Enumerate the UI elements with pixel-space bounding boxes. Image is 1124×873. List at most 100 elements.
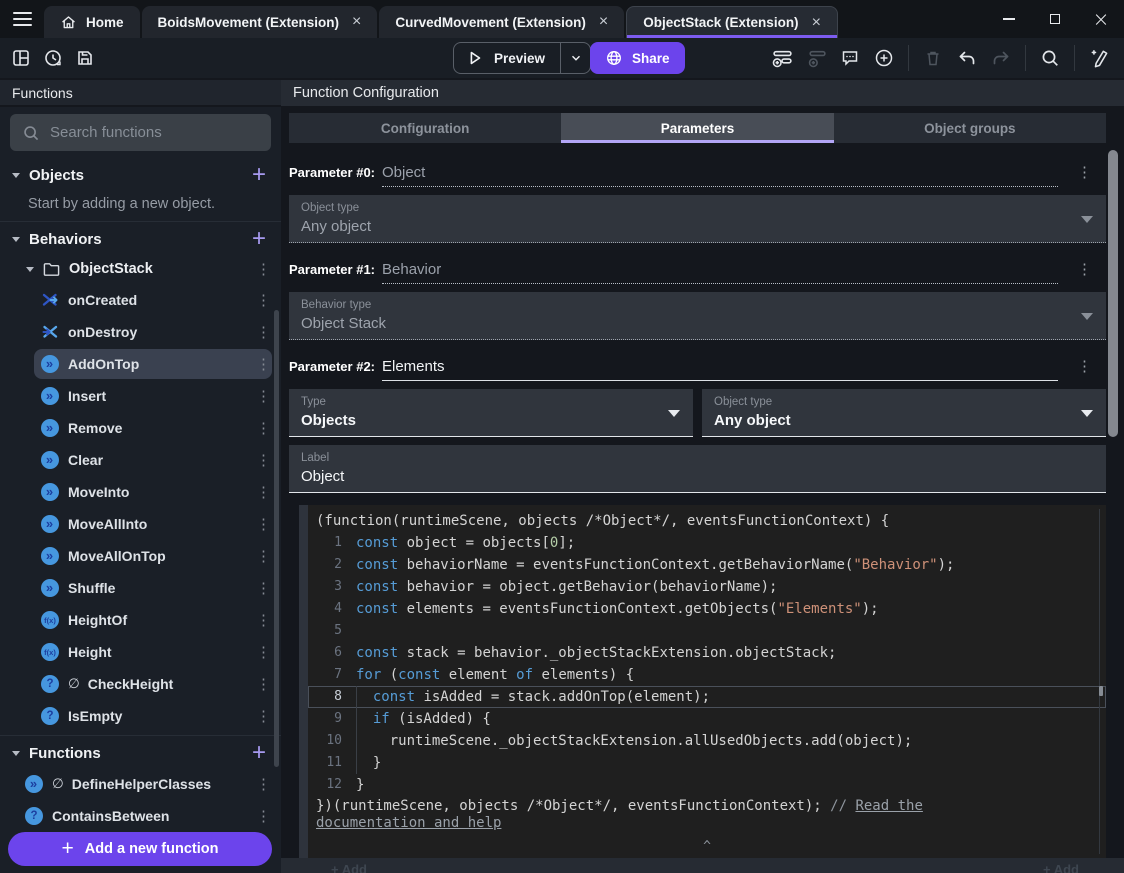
add-object-button[interactable]: +	[252, 163, 269, 187]
close-tab-icon[interactable]: ×	[812, 14, 821, 31]
object-type-select[interactable]: Object type Any object	[702, 389, 1106, 437]
main-menu-button[interactable]	[0, 0, 44, 38]
code-line-12[interactable]: 12}	[308, 774, 1106, 796]
ai-edit-button[interactable]	[1084, 43, 1114, 73]
function-item-shuffle[interactable]: » Shuffle ⋮	[0, 572, 281, 604]
function-item-definehelperclasses[interactable]: » ∅ DefineHelperClasses ⋮	[0, 768, 281, 800]
parameter-menu-button[interactable]: ⋮	[1077, 262, 1092, 277]
close-tab-icon[interactable]: ×	[599, 14, 608, 30]
tab-curvedmovement-extension[interactable]: CurvedMovement (Extension) ×	[379, 6, 625, 38]
add-button-partial[interactable]: + Add	[1043, 862, 1079, 873]
parameter-menu-button[interactable]: ⋮	[1077, 165, 1092, 180]
tab-parameters[interactable]: Parameters	[561, 113, 834, 143]
behavior-type-select[interactable]: Behavior type Object Stack	[289, 292, 1106, 340]
item-menu-button[interactable]: ⋮	[256, 613, 271, 628]
item-menu-button[interactable]: ⋮	[256, 581, 271, 596]
tab-boidsmovement-extension[interactable]: BoidsMovement (Extension) ×	[141, 6, 378, 38]
code-line-1[interactable]: 1 const object = objects[0];	[308, 532, 1106, 554]
code-line-2[interactable]: 2 const behaviorName = eventsFunctionCont…	[308, 554, 1106, 576]
function-item-height[interactable]: f(x) Height ⋮	[0, 636, 281, 668]
tab-configuration[interactable]: Configuration	[289, 113, 561, 143]
function-item-clear[interactable]: » Clear ⋮	[0, 444, 281, 476]
add-button-partial[interactable]: + Add	[331, 862, 367, 873]
tab-object-groups[interactable]: Object groups	[834, 113, 1106, 143]
undo-button[interactable]	[952, 43, 982, 73]
open-panels-button[interactable]	[6, 43, 36, 73]
add-free-function-button[interactable]: +	[252, 741, 269, 765]
function-item-heightof[interactable]: f(x) HeightOf ⋮	[0, 604, 281, 636]
function-item-isempty[interactable]: ? IsEmpty ⋮	[0, 700, 281, 732]
code-line-10[interactable]: 10 runtimeScene._objectStackExtension.al…	[308, 730, 1106, 752]
redo-button[interactable]	[986, 43, 1016, 73]
parameters-scrollbar[interactable]	[1108, 150, 1118, 437]
item-menu-button[interactable]: ⋮	[256, 809, 271, 824]
preview-options-button[interactable]	[561, 43, 590, 73]
save-button[interactable]	[70, 43, 100, 73]
tab-objectstack-extension[interactable]: ObjectStack (Extension) ×	[626, 6, 838, 38]
function-item-addontop[interactable]: » AddOnTop ⋮	[0, 348, 281, 380]
item-menu-button[interactable]: ⋮	[256, 357, 271, 372]
item-menu-button[interactable]: ⋮	[256, 777, 271, 792]
item-menu-button[interactable]: ⋮	[256, 293, 271, 308]
code-line-7[interactable]: 7 for (const element of elements) {	[308, 664, 1106, 686]
parameter-name-input[interactable]: Object	[382, 164, 1058, 187]
parameter-name-input[interactable]: Behavior	[382, 261, 1058, 284]
code-line-6[interactable]: 6 const stack = behavior._objectStackExte…	[308, 642, 1106, 664]
function-item-moveinto[interactable]: » MoveInto ⋮	[0, 476, 281, 508]
item-menu-button[interactable]: ⋮	[256, 645, 271, 660]
share-button[interactable]: Share	[590, 42, 685, 74]
objects-section-header[interactable]: Objects +	[0, 160, 281, 190]
item-menu-button[interactable]: ⋮	[256, 517, 271, 532]
code-line-11[interactable]: 11 }	[308, 752, 1106, 774]
code-line-3[interactable]: 3 const behavior = object.getBehavior(beh…	[308, 576, 1106, 598]
parameter-menu-button[interactable]: ⋮	[1077, 359, 1092, 374]
function-item-moveallontop[interactable]: » MoveAllOnTop ⋮	[0, 540, 281, 572]
code-line-4[interactable]: 4 const elements = eventsFunctionContext.…	[308, 598, 1106, 620]
version-history-button[interactable]	[38, 43, 68, 73]
functions-section-header[interactable]: Functions +	[0, 738, 281, 768]
item-menu-button[interactable]: ⋮	[256, 485, 271, 500]
function-item-remove[interactable]: » Remove ⋮	[0, 412, 281, 444]
function-item-insert[interactable]: » Insert ⋮	[0, 380, 281, 412]
item-menu-button[interactable]: ⋮	[256, 549, 271, 564]
function-item-moveallinto[interactable]: » MoveAllInto ⋮	[0, 508, 281, 540]
close-tab-icon[interactable]: ×	[352, 14, 361, 30]
code-editor[interactable]: (function(runtimeScene, objects /*Object…	[308, 505, 1106, 858]
type-select[interactable]: Type Objects	[289, 389, 693, 437]
delete-button[interactable]	[918, 43, 948, 73]
item-menu-button[interactable]: ⋮	[256, 677, 271, 692]
maximize-button[interactable]	[1032, 0, 1078, 38]
collapse-editor-caret[interactable]: ^	[308, 839, 1106, 854]
event-drag-handle[interactable]	[299, 505, 308, 858]
code-line-5[interactable]: 5	[308, 620, 1106, 642]
code-line-9[interactable]: 9 if (isAdded) {	[308, 708, 1106, 730]
item-menu-button[interactable]: ⋮	[256, 453, 271, 468]
item-menu-button[interactable]: ⋮	[256, 325, 271, 340]
item-menu-button[interactable]: ⋮	[256, 389, 271, 404]
add-subevent-button[interactable]	[801, 43, 831, 73]
add-comment-button[interactable]	[835, 43, 865, 73]
close-button[interactable]: ×	[1078, 0, 1124, 38]
tab-home[interactable]: Home	[44, 6, 140, 38]
label-input[interactable]: Label Object	[289, 445, 1106, 493]
add-other-events-button[interactable]	[869, 43, 899, 73]
item-menu-button[interactable]: ⋮	[256, 421, 271, 436]
behaviors-section-header[interactable]: Behaviors +	[0, 224, 281, 254]
item-menu-button[interactable]: ⋮	[256, 709, 271, 724]
function-item-containsbetween[interactable]: ? ContainsBetween ⋮	[0, 800, 281, 832]
function-item-ondestroy[interactable]: onDestroy ⋮	[0, 316, 281, 348]
behavior-folder-objectstack[interactable]: ObjectStack ⋮	[0, 254, 281, 284]
sidebar-scrollbar[interactable]	[274, 310, 279, 767]
add-event-button[interactable]	[767, 43, 797, 73]
code-line-8[interactable]: 8 const isAdded = stack.addOnTop(element…	[308, 686, 1106, 708]
preview-button[interactable]: Preview	[453, 42, 592, 74]
object-type-select[interactable]: Object type Any object	[289, 195, 1106, 243]
parameter-name-input[interactable]: Elements	[382, 358, 1058, 381]
add-new-function-button[interactable]: + Add a new function	[8, 832, 272, 866]
add-behavior-button[interactable]: +	[252, 227, 269, 251]
minimize-button[interactable]	[986, 0, 1032, 38]
function-item-oncreated[interactable]: onCreated ⋮	[0, 284, 281, 316]
search-functions-input[interactable]: Search functions	[10, 114, 271, 151]
function-item-checkheight[interactable]: ? ∅ CheckHeight ⋮	[0, 668, 281, 700]
search-events-button[interactable]	[1035, 43, 1065, 73]
